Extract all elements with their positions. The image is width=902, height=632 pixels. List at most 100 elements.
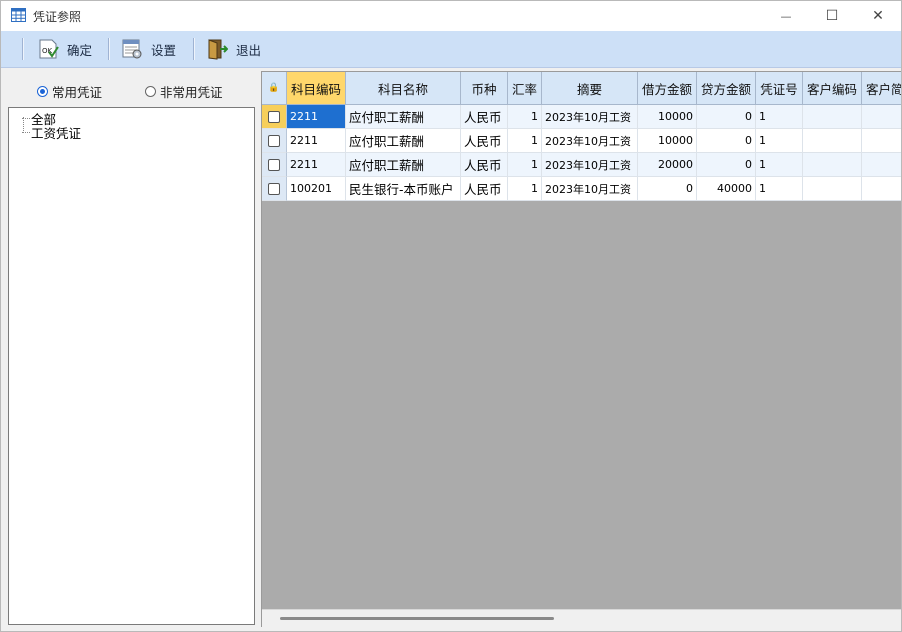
- column-header[interactable]: 币种: [461, 72, 508, 105]
- cell-voucher[interactable]: 1: [756, 105, 803, 129]
- cell-summary[interactable]: 2023年10月工资: [542, 153, 638, 177]
- window-title: 凭证参照: [33, 10, 82, 24]
- voucher-tree: 全部 工资凭证: [8, 107, 255, 625]
- cell-code[interactable]: 100201: [287, 177, 346, 201]
- close-button[interactable]: ✕: [855, 1, 901, 31]
- table-row[interactable]: 2211 应付职工薪酬 人民币 1 2023年10月工资 20000 0 1: [262, 153, 901, 177]
- voucher-reference-window: 凭证参照 — ☐ ✕ OK 确定 设置 退出 常用凭证 非常用凭证 全部 工资凭…: [0, 0, 902, 632]
- cell-credit[interactable]: 0: [697, 129, 756, 153]
- column-header[interactable]: 借方金额: [638, 72, 697, 105]
- settings-button[interactable]: 设置: [121, 35, 176, 63]
- cell-customer-code[interactable]: [803, 105, 862, 129]
- toolbar-separator: [193, 38, 195, 60]
- cell-customer-short[interactable]: [862, 177, 901, 201]
- confirm-label: 确定: [67, 42, 93, 58]
- cell-summary[interactable]: 2023年10月工资: [542, 177, 638, 201]
- exit-door-icon: [208, 39, 228, 60]
- table-row[interactable]: 100201 民生银行-本币账户 人民币 1 2023年10月工资 0 4000…: [262, 177, 901, 201]
- cell-voucher[interactable]: 1: [756, 177, 803, 201]
- scrollbar-thumb[interactable]: [280, 617, 554, 620]
- row-checkbox[interactable]: [262, 105, 287, 129]
- cell-customer-short[interactable]: [862, 153, 901, 177]
- cell-currency[interactable]: 人民币: [461, 129, 508, 153]
- radio-uncommon-voucher[interactable]: 非常用凭证: [145, 82, 223, 101]
- cell-debit[interactable]: 10000: [638, 129, 697, 153]
- radio-common-label: 常用凭证: [52, 85, 103, 100]
- column-header[interactable]: 客户简: [862, 72, 901, 105]
- lock-icon: 🔒: [268, 83, 280, 93]
- exit-label: 退出: [236, 42, 262, 58]
- settings-icon: [122, 39, 142, 59]
- row-checkbox[interactable]: [262, 177, 287, 201]
- voucher-grid: 🔒 科目编码 科目名称 币种 汇率 摘要 借方金额 贷方金额 凭证号 客户编码 …: [261, 71, 901, 627]
- toolbar: OK 确定 设置 退出: [1, 31, 901, 68]
- minimize-button[interactable]: —: [763, 1, 809, 31]
- cell-credit[interactable]: 40000: [697, 177, 756, 201]
- cell-customer-short[interactable]: [862, 129, 901, 153]
- tree-connector: [22, 118, 30, 119]
- table-icon: [11, 8, 26, 22]
- row-checkbox[interactable]: [262, 129, 287, 153]
- title-bar: 凭证参照 — ☐ ✕: [1, 1, 901, 31]
- minimize-icon: —: [780, 9, 792, 23]
- cell-customer-code[interactable]: [803, 177, 862, 201]
- column-header[interactable]: 科目名称: [346, 72, 461, 105]
- cell-code[interactable]: 2211: [287, 129, 346, 153]
- cell-customer-code[interactable]: [803, 153, 862, 177]
- horizontal-scrollbar[interactable]: [262, 609, 901, 627]
- maximize-button[interactable]: ☐: [809, 1, 855, 31]
- cell-credit[interactable]: 0: [697, 105, 756, 129]
- table-row[interactable]: 2211 应付职工薪酬 人民币 1 2023年10月工资 10000 0 1: [262, 105, 901, 129]
- cell-code[interactable]: 2211: [287, 153, 346, 177]
- cell-summary[interactable]: 2023年10月工资: [542, 105, 638, 129]
- cell-currency[interactable]: 人民币: [461, 153, 508, 177]
- cell-credit[interactable]: 0: [697, 153, 756, 177]
- tree-connector: [22, 132, 30, 133]
- cell-debit[interactable]: 10000: [638, 105, 697, 129]
- column-header[interactable]: 客户编码: [803, 72, 862, 105]
- column-header[interactable]: 科目编码: [287, 72, 346, 105]
- settings-label: 设置: [151, 42, 177, 58]
- cell-currency[interactable]: 人民币: [461, 177, 508, 201]
- left-panel: 常用凭证 非常用凭证 全部 工资凭证: [1, 68, 259, 630]
- cell-customer-short[interactable]: [862, 105, 901, 129]
- column-header[interactable]: 摘要: [542, 72, 638, 105]
- cell-debit[interactable]: 20000: [638, 153, 697, 177]
- confirm-button[interactable]: OK 确定: [37, 35, 92, 63]
- cell-rate[interactable]: 1: [508, 177, 542, 201]
- row-checkbox[interactable]: [262, 153, 287, 177]
- exit-button[interactable]: 退出: [206, 35, 261, 63]
- cell-code[interactable]: 2211: [287, 105, 346, 129]
- checkbox-icon: [268, 182, 280, 195]
- checkbox-icon: [268, 134, 280, 147]
- column-header[interactable]: 贷方金额: [697, 72, 756, 105]
- column-header[interactable]: 汇率: [508, 72, 542, 105]
- cell-rate[interactable]: 1: [508, 129, 542, 153]
- cell-customer-code[interactable]: [803, 129, 862, 153]
- cell-currency[interactable]: 人民币: [461, 105, 508, 129]
- cell-name[interactable]: 应付职工薪酬: [346, 105, 461, 129]
- cell-voucher[interactable]: 1: [756, 129, 803, 153]
- cell-debit[interactable]: 0: [638, 177, 697, 201]
- cell-name[interactable]: 民生银行-本币账户: [346, 177, 461, 201]
- toolbar-separator: [22, 38, 24, 60]
- cell-rate[interactable]: 1: [508, 153, 542, 177]
- radio-unselected-icon: [145, 86, 156, 97]
- tree-item-salary-voucher[interactable]: 工资凭证: [22, 123, 81, 142]
- cell-name[interactable]: 应付职工薪酬: [346, 129, 461, 153]
- cell-summary[interactable]: 2023年10月工资: [542, 129, 638, 153]
- column-header[interactable]: 凭证号: [756, 72, 803, 105]
- cell-rate[interactable]: 1: [508, 105, 542, 129]
- radio-uncommon-label: 非常用凭证: [160, 85, 223, 100]
- checkbox-icon: [268, 110, 280, 123]
- column-lock[interactable]: 🔒: [262, 72, 287, 105]
- close-icon: ✕: [872, 8, 884, 24]
- ok-icon: OK: [39, 39, 59, 59]
- checkbox-icon: [268, 158, 280, 171]
- radio-selected-icon: [37, 86, 48, 97]
- radio-common-voucher[interactable]: 常用凭证: [37, 82, 102, 101]
- cell-name[interactable]: 应付职工薪酬: [346, 153, 461, 177]
- cell-voucher[interactable]: 1: [756, 153, 803, 177]
- table-row[interactable]: 2211 应付职工薪酬 人民币 1 2023年10月工资 10000 0 1: [262, 129, 901, 153]
- toolbar-separator: [108, 38, 110, 60]
